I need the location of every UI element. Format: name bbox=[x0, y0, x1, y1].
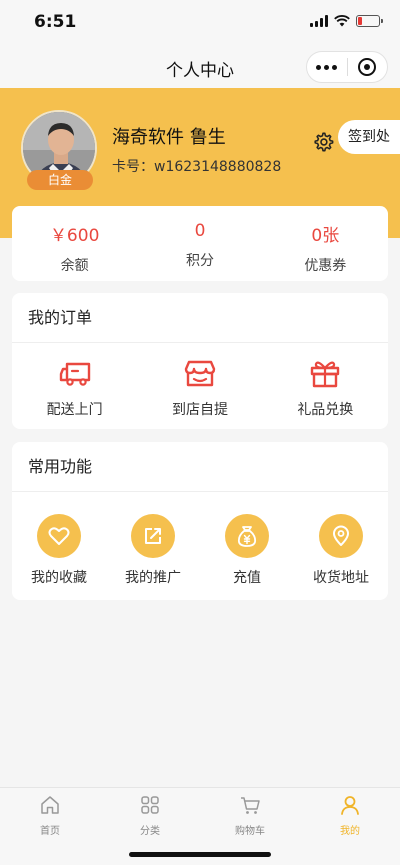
stat-value: 0张 bbox=[311, 226, 340, 246]
stat-value: 0 bbox=[194, 221, 206, 241]
mini-program-capsule bbox=[306, 51, 388, 83]
tab-label: 我的 bbox=[340, 826, 360, 837]
stat-coupons[interactable]: 0张 优惠券 bbox=[263, 206, 388, 281]
location-pin-icon bbox=[333, 525, 349, 546]
func-label: 充值 bbox=[233, 570, 261, 586]
tab-label: 购物车 bbox=[235, 826, 265, 837]
stat-label: 余额 bbox=[60, 258, 89, 274]
func-label: 我的收藏 bbox=[31, 570, 87, 586]
user-icon bbox=[341, 796, 359, 815]
functions-title: 常用功能 bbox=[12, 442, 388, 492]
func-label: 我的推广 bbox=[125, 570, 181, 586]
card-number: 卡号：w1623148880828 bbox=[112, 159, 282, 175]
stat-points[interactable]: 0 积分 bbox=[137, 206, 262, 281]
stat-balance[interactable]: ￥600 余额 bbox=[12, 206, 137, 281]
orders-card: 我的订单 配送上门 到店自提 礼品兑换 bbox=[12, 293, 388, 429]
money-bag-icon bbox=[237, 526, 257, 547]
tab-label: 分类 bbox=[140, 826, 160, 837]
order-label: 到店自提 bbox=[171, 402, 228, 418]
tab-mine[interactable]: 我的 bbox=[300, 788, 400, 865]
order-pickup[interactable]: 到店自提 bbox=[137, 358, 262, 419]
wifi-icon bbox=[334, 15, 350, 27]
tab-label: 首页 bbox=[40, 826, 60, 837]
functions-card: 常用功能 我的收藏 我的推广 充值 收货地址 bbox=[12, 442, 388, 600]
orders-title: 我的订单 bbox=[12, 293, 388, 343]
gift-icon bbox=[311, 361, 340, 388]
func-label: 收货地址 bbox=[313, 570, 369, 586]
order-gift[interactable]: 礼品兑换 bbox=[263, 358, 388, 419]
stat-value: ￥600 bbox=[49, 226, 100, 246]
checkin-button[interactable]: 签到处 bbox=[338, 120, 400, 154]
level-badge: 白金 bbox=[27, 170, 93, 190]
func-address[interactable]: 收货地址 bbox=[294, 514, 388, 587]
storefront-icon bbox=[184, 360, 216, 387]
cart-icon bbox=[241, 797, 260, 814]
stats-card: ￥600 余额 0 积分 0张 优惠券 bbox=[12, 206, 388, 281]
gear-icon[interactable] bbox=[312, 131, 334, 153]
home-indicator bbox=[129, 852, 271, 857]
stat-label: 优惠券 bbox=[304, 258, 347, 274]
signal-icon bbox=[310, 15, 328, 27]
order-label: 配送上门 bbox=[46, 402, 103, 418]
func-favorites[interactable]: 我的收藏 bbox=[12, 514, 106, 587]
status-icons bbox=[310, 15, 383, 27]
grid-icon bbox=[141, 796, 159, 814]
stat-label: 积分 bbox=[185, 253, 214, 269]
more-menu-icon[interactable] bbox=[307, 52, 347, 82]
status-time: 6:51 bbox=[34, 12, 77, 32]
order-delivery[interactable]: 配送上门 bbox=[12, 358, 137, 419]
func-promotion[interactable]: 我的推广 bbox=[106, 514, 200, 587]
heart-icon bbox=[48, 527, 70, 545]
order-label: 礼品兑换 bbox=[297, 402, 354, 418]
user-name: 海奇软件 鲁生 bbox=[112, 127, 226, 148]
close-target-icon[interactable] bbox=[347, 52, 387, 82]
func-recharge[interactable]: 充值 bbox=[200, 514, 294, 587]
home-icon bbox=[41, 796, 59, 814]
battery-icon bbox=[356, 15, 383, 27]
delivery-truck-icon bbox=[59, 362, 90, 386]
share-icon bbox=[145, 528, 161, 544]
status-bar: 6:51 bbox=[0, 0, 400, 46]
tab-home[interactable]: 首页 bbox=[0, 788, 100, 865]
nav-bar: 个人中心 bbox=[0, 46, 400, 88]
